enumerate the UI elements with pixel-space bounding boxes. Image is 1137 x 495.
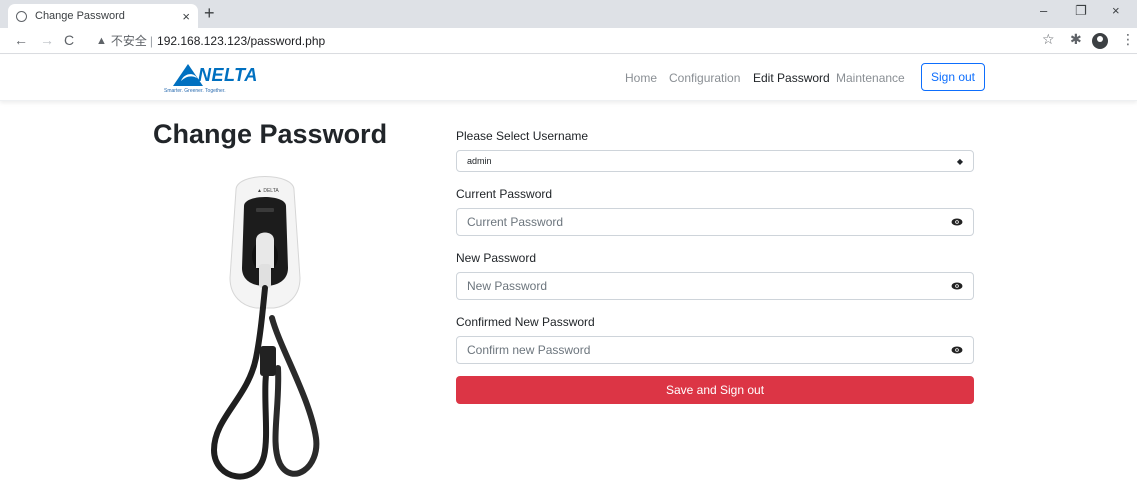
menu-icon[interactable]: ⋮ bbox=[1121, 31, 1135, 48]
warning-icon: ▲ bbox=[96, 34, 107, 47]
sign-out-button[interactable]: Sign out bbox=[921, 63, 985, 91]
current-password-placeholder: Current Password bbox=[467, 215, 564, 229]
current-password-label: Current Password bbox=[456, 187, 553, 201]
close-window-icon[interactable]: × bbox=[1112, 3, 1120, 18]
globe-icon bbox=[16, 10, 27, 22]
nav-configuration[interactable]: Configuration bbox=[669, 71, 740, 85]
new-password-input[interactable]: New Password bbox=[456, 272, 974, 300]
save-and-sign-out-button[interactable]: Save and Sign out bbox=[456, 376, 974, 404]
extensions-icon[interactable]: ✱ bbox=[1070, 31, 1082, 48]
nav-maintenance[interactable]: Maintenance bbox=[836, 71, 905, 85]
browser-toolbar: ← → C ▲ 不安全 | 192.168.123.123/password.p… bbox=[0, 28, 1137, 54]
nav-edit-password[interactable]: Edit Password bbox=[753, 71, 830, 85]
eye-icon[interactable] bbox=[951, 346, 963, 354]
back-icon[interactable]: ← bbox=[14, 32, 28, 48]
confirm-password-label: Confirmed New Password bbox=[456, 315, 595, 329]
browser-tab-bar: Change Password × + – ❐ × bbox=[0, 0, 1137, 28]
new-password-label: New Password bbox=[456, 251, 537, 265]
confirm-password-input[interactable]: Confirm new Password bbox=[456, 336, 974, 364]
ev-charger-image: ▲ DELTA bbox=[210, 176, 320, 480]
svg-text:▲ DELTA: ▲ DELTA bbox=[257, 188, 279, 194]
forward-icon[interactable]: → bbox=[40, 32, 54, 48]
profile-avatar-icon[interactable] bbox=[1092, 33, 1108, 49]
nav-home[interactable]: Home bbox=[625, 71, 657, 85]
username-select-value: admin bbox=[467, 156, 492, 166]
minimize-icon[interactable]: – bbox=[1040, 3, 1047, 18]
restore-icon[interactable]: ❐ bbox=[1075, 3, 1087, 19]
tab-title: Change Password bbox=[35, 10, 125, 22]
bookmark-star-icon[interactable]: ☆ bbox=[1042, 31, 1055, 48]
logo-tagline: Smarter. Greener. Together. bbox=[164, 88, 226, 94]
current-password-input[interactable]: Current Password bbox=[456, 208, 974, 236]
browser-tab[interactable]: Change Password × bbox=[8, 4, 198, 28]
page-title: Change Password bbox=[153, 119, 388, 149]
tab-close-icon[interactable]: × bbox=[182, 9, 190, 24]
select-caret-icon: ◆ bbox=[956, 156, 963, 166]
url-text: 192.168.123.123/password.php bbox=[157, 33, 326, 48]
delta-logo[interactable]: NELTA Smarter. Greener. Together. bbox=[164, 61, 264, 97]
reload-icon[interactable]: C bbox=[64, 32, 74, 48]
new-password-placeholder: New Password bbox=[467, 279, 548, 293]
username-select[interactable]: admin ◆ bbox=[456, 150, 974, 172]
username-label: Please Select Username bbox=[456, 129, 589, 143]
logo-wordmark: NELTA bbox=[198, 65, 258, 85]
address-bar[interactable]: ▲ 不安全 | 192.168.123.123/password.php bbox=[96, 32, 325, 49]
url-separator: | bbox=[149, 33, 154, 48]
confirm-password-placeholder: Confirm new Password bbox=[467, 343, 591, 357]
insecure-label: 不安全 bbox=[110, 34, 147, 48]
site-navbar: NELTA Smarter. Greener. Together. Home C… bbox=[0, 55, 1137, 101]
eye-icon[interactable] bbox=[951, 282, 963, 290]
new-tab-button[interactable]: + bbox=[204, 3, 215, 24]
eye-icon[interactable] bbox=[951, 218, 963, 226]
